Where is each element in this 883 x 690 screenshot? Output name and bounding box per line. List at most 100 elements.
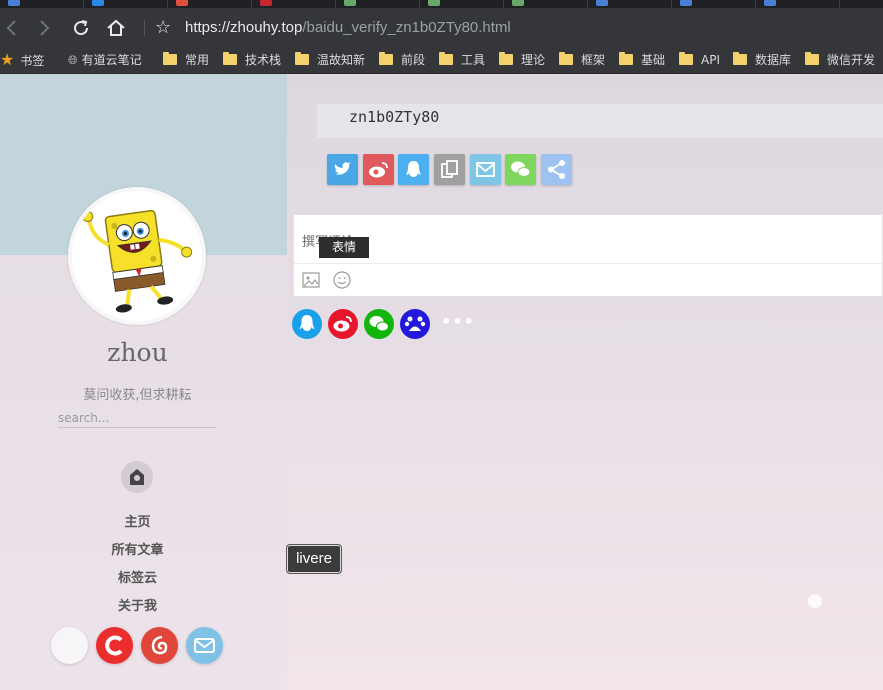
- verify-code: zn1b0ZTy80: [349, 108, 440, 126]
- bookmark-item[interactable]: ★ 书签: [0, 46, 44, 74]
- back-button[interactable]: [0, 16, 24, 40]
- share-wechat-button[interactable]: [505, 154, 536, 185]
- bookmark-item[interactable]: 工具: [439, 46, 485, 74]
- nav-link-home[interactable]: 主页: [0, 511, 275, 530]
- browser-tab[interactable]: [504, 0, 588, 8]
- favicon-icon: [8, 0, 20, 6]
- arrow-left-icon: [6, 20, 16, 36]
- emoji-tooltip: 表情: [319, 237, 370, 258]
- home-badge-icon: [130, 469, 144, 485]
- bookmark-star-icon[interactable]: ☆: [155, 17, 171, 39]
- search-input[interactable]: [58, 408, 216, 428]
- bookmark-item[interactable]: 🌐︎ 有道云笔记: [68, 46, 142, 74]
- folder-icon: [223, 52, 237, 65]
- folder-icon: [619, 52, 633, 65]
- bookmark-label: API: [701, 53, 720, 67]
- image-upload-icon[interactable]: [302, 271, 320, 289]
- bookmark-item[interactable]: 数据库: [733, 46, 791, 74]
- spongebob-avatar-icon: [82, 209, 193, 313]
- qq-icon: [299, 315, 315, 331]
- mail-icon: [476, 162, 495, 177]
- share-weibo-button[interactable]: [363, 154, 394, 185]
- share-more-button[interactable]: [541, 154, 572, 185]
- bookmark-label: 常用: [185, 53, 210, 67]
- home-icon: [107, 19, 125, 36]
- browser-tab[interactable]: [672, 0, 756, 8]
- bookmark-label: 理论: [521, 53, 546, 67]
- login-qq-button[interactable]: [292, 309, 322, 339]
- netease-music-link[interactable]: [141, 627, 178, 664]
- nav-link-all-posts[interactable]: 所有文章: [0, 539, 275, 558]
- baidu-paw-icon: [404, 316, 426, 331]
- bookmark-label: 基础: [641, 53, 666, 67]
- share-qq-button[interactable]: [398, 154, 429, 185]
- bookmark-item[interactable]: 微信开发: [805, 46, 875, 74]
- emoji-icon[interactable]: [333, 271, 351, 289]
- browser-tab[interactable]: [420, 0, 504, 8]
- tab-strip: [0, 0, 883, 8]
- browser-tab[interactable]: [756, 0, 840, 8]
- bookmark-item[interactable]: 前段: [379, 46, 425, 74]
- csdn-link[interactable]: [96, 627, 133, 664]
- twitter-icon: [334, 162, 351, 175]
- forward-button[interactable]: [32, 16, 56, 40]
- nav-link-tag-cloud[interactable]: 标签云: [0, 567, 275, 586]
- site-motto: 莫问收获,但求耕耘: [83, 388, 192, 403]
- bookmark-item[interactable]: 框架: [559, 46, 605, 74]
- address-bar[interactable]: https://zhouhy.top/baidu_verify_zn1b0ZTy…: [185, 18, 511, 38]
- bookmark-label: 框架: [581, 53, 606, 67]
- netease-music-icon: [151, 635, 168, 655]
- more-login-icon[interactable]: •••: [441, 312, 475, 331]
- home-nav-button[interactable]: [121, 461, 153, 493]
- nav-link-about[interactable]: 关于我: [0, 595, 275, 614]
- browser-tab[interactable]: [168, 0, 252, 8]
- favicon-icon: [344, 0, 356, 6]
- copy-icon: [441, 160, 458, 178]
- star-icon: ★: [0, 50, 15, 69]
- login-wechat-button[interactable]: [364, 309, 394, 339]
- bookmark-label: 书签: [20, 54, 45, 68]
- bookmark-item[interactable]: API: [679, 46, 720, 74]
- share-email-button[interactable]: [470, 154, 501, 185]
- share-copy-button[interactable]: [434, 154, 465, 185]
- folder-icon: [679, 52, 693, 65]
- page-viewport: zhou 莫问收获,但求耕耘 主页 所有文章 标签云 关于我 zn1b0ZTy8…: [0, 74, 883, 690]
- favicon-icon: [92, 0, 104, 6]
- url-path: /baidu_verify_zn1b0ZTy80.html: [302, 19, 511, 36]
- email-link[interactable]: [186, 627, 223, 664]
- browser-tab[interactable]: [336, 0, 420, 8]
- avatar[interactable]: [68, 187, 206, 325]
- arrow-right-icon: [40, 20, 50, 36]
- folder-icon: [733, 52, 747, 65]
- favicon-icon: [260, 0, 272, 6]
- bookmark-item[interactable]: 技术栈: [223, 46, 281, 74]
- livere-badge[interactable]: livere: [287, 545, 341, 573]
- bookmark-item[interactable]: 理论: [499, 46, 545, 74]
- browser-tab[interactable]: [0, 0, 84, 8]
- login-weibo-button[interactable]: [328, 309, 358, 339]
- wechat-icon: [369, 316, 389, 332]
- bookmark-label: 数据库: [755, 53, 792, 67]
- reload-icon: [74, 20, 89, 36]
- favicon-icon: [512, 0, 524, 6]
- browser-tab[interactable]: [588, 0, 672, 8]
- bookmark-item[interactable]: 基础: [619, 46, 665, 74]
- browser-tab[interactable]: [84, 0, 168, 8]
- browser-tab[interactable]: [252, 0, 336, 8]
- home-button[interactable]: [104, 16, 128, 40]
- qq-icon: [406, 161, 421, 177]
- weibo-icon: [369, 162, 388, 178]
- wechat-icon: [511, 161, 531, 177]
- verify-code-block: zn1b0ZTy80: [317, 104, 883, 138]
- browser-tab[interactable]: [840, 0, 883, 8]
- bookmark-item[interactable]: 温故知新: [295, 46, 365, 74]
- share-twitter-button[interactable]: [327, 154, 358, 185]
- reload-button[interactable]: [69, 16, 93, 40]
- bookmark-item[interactable]: 常用: [163, 46, 209, 74]
- favicon-icon: [764, 0, 776, 6]
- comment-editor[interactable]: 撰写评论: [293, 214, 883, 297]
- bookmark-label: 前段: [401, 53, 426, 67]
- login-baidu-button[interactable]: [400, 309, 430, 339]
- github-link[interactable]: [51, 627, 88, 664]
- site-name[interactable]: zhou: [0, 338, 275, 367]
